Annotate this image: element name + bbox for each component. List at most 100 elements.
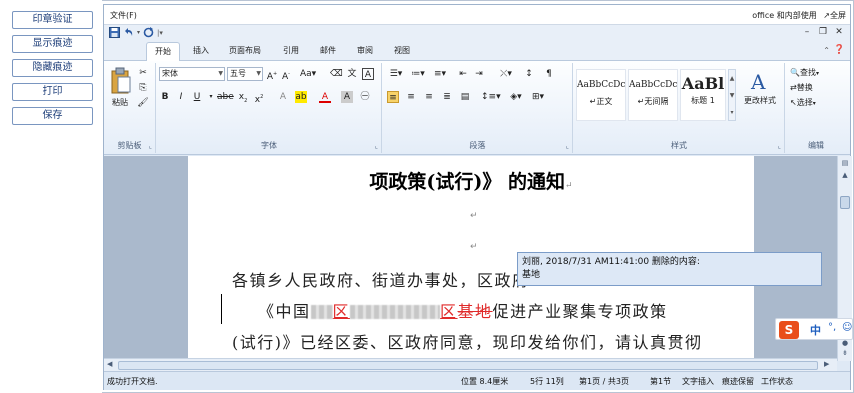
subscript-icon[interactable]: x2 [237,91,249,104]
styles-gallery-scroll[interactable]: ▲ ▼ ▾ [728,69,736,121]
underline-icon[interactable]: U [191,91,203,103]
justify-icon[interactable]: ≣ [441,91,453,103]
ime-punctuation-icon[interactable]: °, [828,322,836,333]
ime-toolbar[interactable]: S 中 °, ☺ [775,318,853,340]
distributed-icon[interactable]: ▤ [459,91,471,103]
save-icon[interactable] [109,27,120,38]
font-launcher-icon[interactable]: ⌞ [375,142,378,150]
ime-language-toggle[interactable]: 中 [810,322,821,338]
paste-button[interactable]: 粘贴 [108,97,132,108]
doc-line-2: 《中国区区基地促进产业聚集专项政策 [258,298,668,322]
tab-view[interactable]: 视图 [394,45,410,56]
collapse-ribbon-icon[interactable]: ⌃ [823,46,830,55]
cut-icon[interactable]: ✂ [137,67,149,79]
clear-format-icon[interactable]: ⌫ [330,68,343,80]
style-normal-sample: AaBbCcDc [577,80,625,90]
horizontal-scrollbar[interactable]: ◀ ▶ [104,358,837,371]
align-left-icon[interactable]: ≡ [387,91,399,103]
tab-references[interactable]: 引用 [283,45,299,56]
tab-home[interactable]: 开始 [146,42,180,62]
ruler-toggle-icon[interactable]: ▤ [840,158,850,168]
font-color-icon[interactable]: A [319,91,331,103]
show-marks-icon[interactable]: ¶ [543,68,555,80]
redo-icon[interactable] [143,27,154,38]
char-border-icon[interactable]: A [362,68,374,80]
inserted-text[interactable]: 区 [333,302,351,321]
undo-dropdown-icon[interactable]: ▾ [137,29,140,36]
hide-tracks-button[interactable]: 隐藏痕迹 [12,59,93,77]
scroll-up-icon[interactable]: ▲ [840,170,850,180]
numbering-icon[interactable]: ≔▾ [409,68,427,80]
find-button[interactable]: 🔍查找▾ [790,67,819,78]
paste-icon[interactable] [110,67,132,95]
scroll-right-icon[interactable]: ▶ [824,360,829,368]
bold-icon[interactable]: B [159,91,171,103]
replace-button[interactable]: ⇄替换 [790,82,813,93]
italic-icon[interactable]: I [175,91,187,103]
select-button[interactable]: ↖选择▾ [790,97,816,108]
char-shading-icon[interactable]: A [341,91,353,103]
customize-toolbar-icon[interactable]: |▾ [157,29,163,37]
styles-launcher-icon[interactable]: ⌞ [778,142,781,150]
status-track-changes[interactable]: 痕迹保留 [722,376,754,387]
bullets-icon[interactable]: ☰▾ [387,68,405,80]
highlight-icon[interactable]: ab [295,91,307,103]
grow-font-icon[interactable]: A+ [266,68,278,82]
tab-review[interactable]: 审阅 [357,45,373,56]
next-page-icon[interactable]: ⇟ [840,348,850,358]
style-heading1[interactable]: AaBl 标题 1 [680,69,726,121]
ime-emoji-icon[interactable]: ☺ [842,322,852,333]
fullscreen-button[interactable]: ↗全屏 [823,11,846,20]
help-icon[interactable]: ❓ [834,45,845,55]
change-styles-button[interactable]: 更改样式 [740,95,780,106]
enclose-char-icon[interactable]: ㊀ [359,91,371,103]
strikethrough-icon[interactable]: abe [217,91,234,103]
close-icon[interactable]: ✕ [832,25,846,39]
decrease-indent-icon[interactable]: ⇤ [457,68,469,80]
show-tracks-button[interactable]: 显示痕迹 [12,35,93,53]
borders-icon[interactable]: ⊞▾ [529,91,547,103]
save-button[interactable]: 保存 [12,107,93,125]
office-link[interactable]: office 和内部使用 [752,11,817,20]
shading-icon[interactable]: ◈▾ [507,91,525,103]
tab-page-layout[interactable]: 页面布局 [229,45,261,56]
scroll-left-icon[interactable]: ◀ [107,360,112,368]
horizontal-scroll-thumb[interactable] [118,361,818,370]
line-spacing-icon[interactable]: ↕≡▾ [481,91,501,103]
shrink-font-icon[interactable]: A- [280,68,292,82]
font-name-dropdown[interactable]: 宋体 ▼ [159,67,225,81]
file-menu[interactable]: 文件(F) [110,10,137,21]
inserted-text[interactable]: 区 [440,302,458,321]
menu-bar: 文件(F) office 和内部使用 ↗全屏 [104,5,850,25]
tab-mailings[interactable]: 邮件 [320,45,336,56]
format-painter-icon[interactable]: 🖌 [137,97,149,109]
restore-icon[interactable]: ❐ [816,25,830,39]
style-normal[interactable]: AaBbCcDc ↵正文 [576,69,626,121]
minimize-icon[interactable]: – [800,25,814,39]
phonetic-guide-icon[interactable]: 文 [346,68,358,80]
multilevel-list-icon[interactable]: ≡▾ [431,68,449,80]
seal-verify-button[interactable]: 印章验证 [12,11,93,29]
deleted-text[interactable]: 基地 [458,302,493,321]
text-effects-icon[interactable]: A [277,91,289,103]
print-button[interactable]: 打印 [12,83,93,101]
style-no-spacing[interactable]: AaBbCcDc ↵无间隔 [628,69,678,121]
status-insert-mode[interactable]: 文字插入 [682,376,714,387]
underline-dropdown-icon[interactable]: ▾ [205,91,217,103]
clipboard-launcher-icon[interactable]: ⌞ [149,142,152,150]
font-size-dropdown[interactable]: 五号 ▼ [227,67,263,81]
align-right-icon[interactable]: ≡ [423,91,435,103]
sogou-logo-icon[interactable]: S [779,321,799,339]
superscript-icon[interactable]: x2 [253,91,265,105]
increase-indent-icon[interactable]: ⇥ [473,68,485,80]
undo-icon[interactable] [123,27,134,38]
change-case-icon[interactable]: Aa▾ [300,68,316,80]
paragraph-launcher-icon[interactable]: ⌞ [566,142,569,150]
chinese-layout-icon[interactable]: ⤬▾ [497,68,515,80]
align-center-icon[interactable]: ≡ [405,91,417,103]
change-styles-icon[interactable]: A [750,69,770,93]
vertical-scroll-thumb[interactable] [840,196,850,209]
tab-insert[interactable]: 插入 [193,45,209,56]
sort-icon[interactable]: ↕ [523,68,535,80]
copy-icon[interactable]: ⎘ [137,82,149,94]
